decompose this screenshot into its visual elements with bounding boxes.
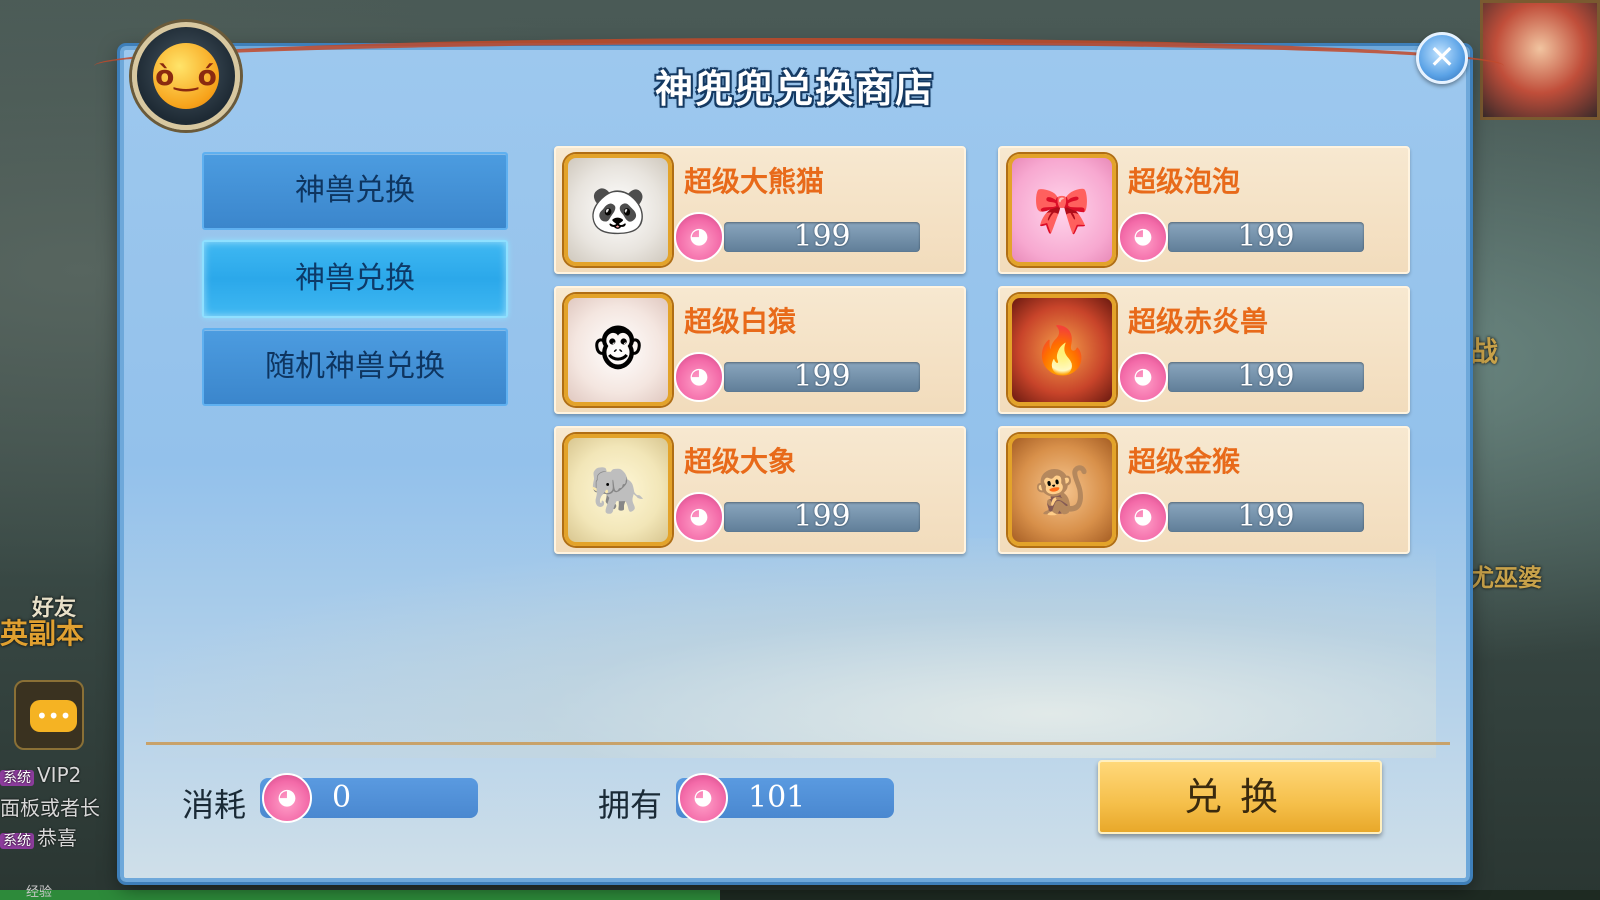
system-tag: 系统 [0, 770, 34, 786]
doudou-coin-icon: ◕ [1118, 492, 1168, 542]
experience-label: 经验 [26, 885, 53, 900]
item-price: 199 [1168, 222, 1364, 252]
item-card-bubble[interactable]: 🎀 超级泡泡 199 ◕ [998, 146, 1410, 274]
category-tabs: 神兽兑换 神兽兑换 随机神兽兑换 [202, 152, 508, 416]
item-grid: 🐼 超级大熊猫 199 ◕ 🎀 超级泡泡 199 ◕ 🐵 超级白猿 199 ◕ … [554, 146, 1410, 554]
experience-fill [0, 890, 720, 900]
doudou-coin-icon: ◕ [678, 773, 728, 823]
battle-label: 战 [1470, 335, 1499, 368]
owned-value: 101 [748, 780, 806, 815]
footer-divider [146, 742, 1450, 745]
chat-log: 系统 VIP2 面板或者长 系统 恭喜 [0, 760, 125, 856]
item-price: 199 [1168, 362, 1364, 392]
item-price: 199 [1168, 502, 1364, 532]
item-card-fire-beast[interactable]: 🔥 超级赤炎兽 199 ◕ [998, 286, 1410, 414]
chat-bubble-icon[interactable] [14, 680, 84, 750]
item-card-panda[interactable]: 🐼 超级大熊猫 199 ◕ [554, 146, 966, 274]
doudou-coin-icon: ◕ [674, 492, 724, 542]
golden-monkey-icon: 🐒 [1008, 434, 1116, 546]
vip-text: VIP2 [37, 763, 82, 787]
chat-line: 面板或者长 [0, 796, 100, 820]
owned-value-field: ◕ 101 [676, 773, 894, 823]
doudou-coin-icon: ◕ [1118, 352, 1168, 402]
item-card-white-ape[interactable]: 🐵 超级白猿 199 ◕ [554, 286, 966, 414]
doudou-coin-icon: ◕ [1118, 212, 1168, 262]
item-name: 超级金猴 [1128, 445, 1241, 478]
item-name: 超级赤炎兽 [1128, 305, 1269, 338]
tab-beast-exchange-active[interactable]: 神兽兑换 [202, 240, 508, 318]
dialog-title: 神兜兜兑换商店 [654, 67, 935, 111]
item-price: 199 [724, 222, 920, 252]
exchange-button[interactable]: 兑换 [1098, 760, 1382, 834]
chat-line: 系统 VIP2 [0, 760, 125, 793]
npc-name-label: 尤巫婆 [1470, 564, 1542, 592]
dungeon-label[interactable]: 英副本 [0, 612, 84, 652]
close-button[interactable]: ✕ [1416, 32, 1468, 84]
doudou-coin-icon: ◕ [674, 212, 724, 262]
fire-beast-icon: 🔥 [1008, 294, 1116, 406]
tab-random-beast-exchange[interactable]: 随机神兽兑换 [202, 328, 508, 406]
item-name: 超级大象 [684, 445, 797, 478]
cost-value-field: ◕ 0 [260, 773, 478, 823]
mountain-mist-decoration [154, 538, 1436, 758]
cost-value: 0 [332, 780, 352, 815]
exchange-shop-dialog: ò‿ó 神兜兜兑换商店 ✕ 神兽兑换 神兽兑换 随机神兽兑换 🐼 超级大熊猫 1… [94, 22, 1504, 882]
doudou-coin-icon: ◕ [674, 352, 724, 402]
pink-blob-icon: 🎀 [1008, 154, 1116, 266]
white-ape-icon: 🐵 [564, 294, 672, 406]
doudou-coin-icon: ◕ [262, 773, 312, 823]
item-price: 199 [724, 362, 920, 392]
item-name: 超级大熊猫 [684, 165, 825, 198]
cost-label: 消耗 [182, 786, 247, 824]
chat-line: 系统 恭喜 [0, 823, 125, 856]
elephant-icon: 🐘 [564, 434, 672, 546]
item-card-elephant[interactable]: 🐘 超级大象 199 ◕ [554, 426, 966, 554]
item-name: 超级白猿 [684, 305, 797, 338]
chat-line-text: 恭喜 [37, 826, 77, 850]
item-name: 超级泡泡 [1128, 165, 1241, 198]
tab-beast-exchange[interactable]: 神兽兑换 [202, 152, 508, 230]
close-icon: ✕ [1428, 38, 1456, 76]
item-price: 199 [724, 502, 920, 532]
owned-label: 拥有 [598, 786, 663, 824]
player-avatar[interactable] [1480, 0, 1600, 120]
system-tag: 系统 [0, 833, 34, 849]
panda-icon: 🐼 [564, 154, 672, 266]
experience-bar [0, 890, 1600, 900]
item-card-golden-monkey[interactable]: 🐒 超级金猴 199 ◕ [998, 426, 1410, 554]
